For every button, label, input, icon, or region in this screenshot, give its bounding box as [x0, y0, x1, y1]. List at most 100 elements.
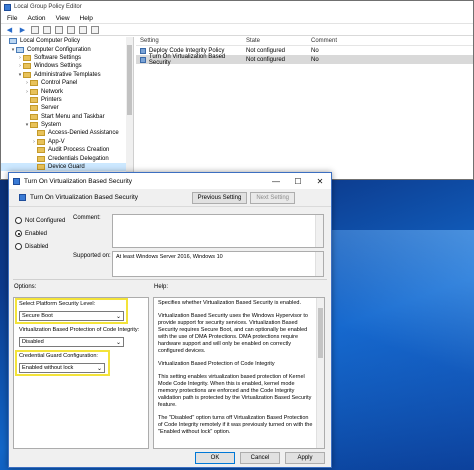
wallpaper-light-beam [324, 230, 474, 470]
ok-button[interactable]: OK [195, 452, 235, 464]
column-setting[interactable]: Setting [136, 38, 246, 44]
window-controls: — ☐ ✕ [265, 173, 331, 189]
supported-on-box: At least Windows Server 2016, Windows 10 [112, 251, 324, 277]
column-comment[interactable]: Comment [311, 38, 371, 44]
radio-enabled-label[interactable]: Enabled [25, 231, 47, 237]
policy-setting-name: Turn On Virtualization Based Security [148, 53, 226, 66]
computer-icon [9, 38, 17, 45]
maximize-icon[interactable]: ☐ [287, 173, 309, 189]
help-paragraph: Virtualization Based Protection of Code … [158, 361, 275, 368]
radio-disabled-circle[interactable] [15, 243, 22, 250]
policy-comment: No [311, 47, 319, 54]
comment-textarea[interactable] [112, 214, 324, 248]
cancel-button[interactable]: Cancel [240, 452, 280, 464]
help-pane: Specifies whether Virtualization Based S… [153, 297, 325, 449]
show-hide-tree-icon[interactable] [31, 25, 39, 34]
menu-action[interactable]: Action [27, 15, 45, 22]
tree-item[interactable]: ▾ Computer Configuration [1, 45, 133, 53]
policy-row[interactable]: Turn On Virtualization Based Security Not… [136, 53, 473, 66]
next-setting-button[interactable]: Next Setting [250, 191, 295, 204]
properties-icon[interactable] [79, 25, 87, 34]
supported-on-label: Supported on: [73, 253, 111, 259]
tree-item-label: System [41, 122, 62, 129]
dialog-setting-name: Turn On Virtualization Based Security [30, 194, 139, 201]
gpe-app-icon [4, 3, 11, 11]
radio-not-configured-label[interactable]: Not Configured [25, 218, 65, 224]
tree-item[interactable]: › App-V [1, 138, 133, 146]
credential-guard-value: Enabled without lock [22, 365, 74, 371]
help-icon[interactable] [67, 25, 75, 34]
policy-tree: Local Computer Policy ▾ Computer Configura… [1, 37, 134, 179]
tree-item[interactable]: Access-Denied Assistance [1, 129, 133, 137]
code-integrity-select[interactable]: Disabled ⌄ [19, 337, 124, 347]
column-state[interactable]: State [246, 38, 311, 44]
radio-disabled[interactable]: Disabled [15, 243, 48, 250]
tree-item[interactable]: Local Computer Policy [1, 37, 133, 45]
tree-item-label: Start Menu and Taskbar [41, 113, 105, 120]
help-label: Help: [154, 284, 169, 290]
credential-guard-select[interactable]: Enabled without lock ⌄ [19, 363, 105, 373]
platform-security-select[interactable]: Secure Boot ⌄ [19, 311, 124, 321]
apply-button[interactable]: Apply [285, 452, 325, 464]
options-pane: Select Platform Security Level: Secure B… [13, 297, 149, 449]
tree-item-label: Computer Configuration [27, 46, 91, 53]
tree-item[interactable]: Start Menu and Taskbar [1, 113, 133, 121]
tree-item[interactable]: › Software Settings [1, 54, 133, 62]
radio-enabled[interactable]: Enabled [15, 230, 47, 237]
code-integrity-label: Virtualization Based Protection of Code … [19, 327, 140, 333]
radio-disabled-label[interactable]: Disabled [25, 244, 48, 250]
setting-icon [19, 194, 26, 201]
export-list-icon[interactable] [55, 25, 63, 34]
folder-icon [30, 122, 38, 129]
minimize-icon[interactable]: — [265, 173, 287, 189]
folder-icon [23, 71, 31, 78]
filter-icon[interactable] [91, 25, 99, 34]
radio-enabled-circle[interactable] [15, 230, 22, 237]
chevron-down-icon: ⌄ [96, 366, 102, 372]
chevron-down-icon: ⌄ [115, 314, 121, 320]
menu-file[interactable]: File [7, 15, 17, 22]
tree-item[interactable]: ▾ Administrative Templates [1, 71, 133, 79]
policy-state: Not configured [246, 47, 286, 54]
policy-comment: No [311, 56, 319, 63]
gpe-titlebar: Local Group Policy Editor [1, 1, 473, 13]
help-scrollbar[interactable] [316, 298, 324, 448]
help-paragraph: The "Disabled" option turns off Virtuali… [158, 415, 313, 436]
tree-scroll-thumb[interactable] [127, 45, 132, 115]
help-scroll-thumb[interactable] [318, 308, 323, 358]
comment-scrollbar[interactable] [315, 215, 323, 247]
menu-view[interactable]: View [56, 15, 70, 22]
tree-item-label: Printers [41, 96, 62, 103]
tree-item[interactable]: ▾ System [1, 121, 133, 129]
forward-arrow-icon[interactable]: ▶ [18, 26, 27, 34]
dialog-title: Turn On Virtualization Based Security [24, 177, 133, 185]
comment-label: Comment: [73, 215, 101, 221]
platform-security-value: Secure Boot [22, 313, 53, 319]
folder-icon [30, 96, 38, 103]
tree-item[interactable]: Credentials Delegation [1, 154, 133, 162]
policy-list: Setting State Comment Deploy Code Integr… [136, 37, 473, 179]
folder-icon [37, 155, 45, 162]
previous-setting-button[interactable]: Previous Setting [191, 191, 248, 204]
folder-icon [30, 80, 38, 87]
folder-icon [30, 113, 38, 120]
show-list-icon[interactable] [43, 25, 51, 34]
credential-guard-label: Credential Guard Configuration: [19, 353, 98, 359]
tree-scrollbar[interactable] [126, 37, 133, 179]
radio-not-configured[interactable]: Not Configured [15, 217, 65, 224]
tree-item-label: App-V [48, 138, 65, 145]
tree-item[interactable]: Printers [1, 96, 133, 104]
menu-help[interactable]: Help [80, 15, 93, 22]
back-arrow-icon[interactable]: ◀ [5, 26, 14, 34]
supported-scrollbar[interactable] [315, 252, 323, 276]
tree-item[interactable]: Server [1, 104, 133, 112]
tree-item[interactable]: › Windows Settings [1, 62, 133, 70]
tree-item[interactable]: Audit Process Creation [1, 146, 133, 154]
tree-item[interactable]: › Network [1, 87, 133, 95]
radio-not-configured-circle[interactable] [15, 217, 22, 224]
tree-item-label: Local Computer Policy [20, 38, 81, 45]
help-paragraph: Virtualization Based Security uses the W… [158, 313, 308, 355]
tree-item[interactable]: › Control Panel [1, 79, 133, 87]
close-icon[interactable]: ✕ [309, 173, 331, 189]
tree-item[interactable]: Device Guard [1, 162, 133, 172]
